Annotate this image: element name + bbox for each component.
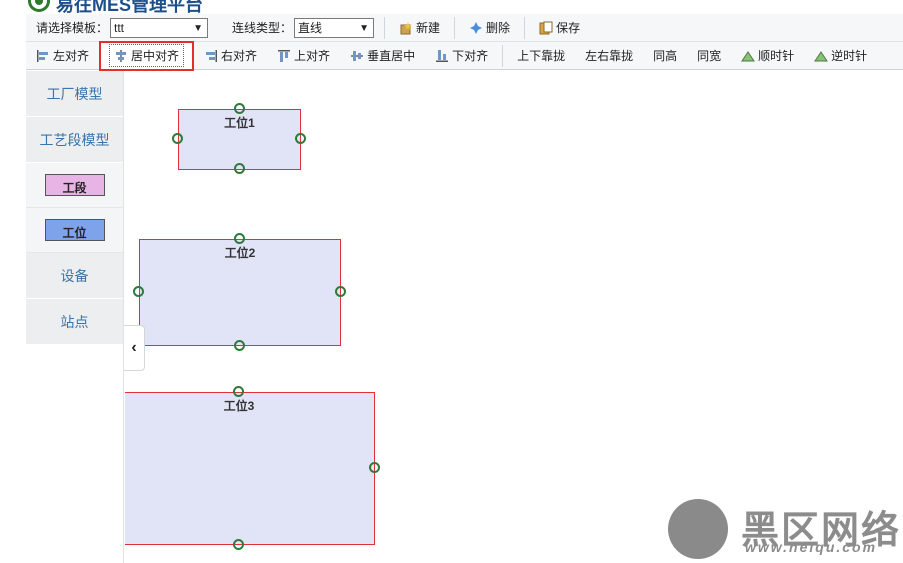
watermark: 黑区网络 www.heiqu.com (665, 495, 903, 563)
palette-process-model[interactable]: 工艺段模型 (26, 117, 123, 163)
save-icon (539, 21, 553, 34)
anchor-top[interactable] (234, 233, 245, 244)
align-center-button[interactable]: 居中对齐 (99, 40, 195, 71)
align-bottom-icon (436, 49, 449, 62)
align-right-icon (206, 49, 218, 62)
delete-icon (470, 21, 483, 34)
align-left-label: 左对齐 (53, 49, 90, 63)
align-toolbar: 左对齐 居中对齐 右对齐 上对齐 垂直居中 下对齐 上下靠拢 左右靠拢 同高 同… (26, 40, 903, 71)
chevron-down-icon: ▼ (359, 22, 370, 34)
segment-shape[interactable]: 工段 (44, 174, 105, 196)
align-top-icon (278, 49, 291, 62)
align-center-label: 居中对齐 (131, 49, 180, 63)
delete-button[interactable]: 删除 (459, 16, 520, 40)
toolbar-divider (524, 16, 526, 39)
main-toolbar: 请选择模板： ttt ▼ 连线类型： 直线 ▼ 新建 删除 保存 (26, 14, 903, 42)
design-canvas[interactable]: 工位1 工位2 工位3 (125, 71, 903, 563)
align-center-focus: 居中对齐 (109, 44, 185, 67)
rotate-clockwise-label: 顺时针 (758, 49, 795, 63)
station-label: 工位3 (223, 399, 255, 413)
save-button[interactable]: 保存 (529, 16, 590, 40)
watermark-url: www.heiqu.com (745, 539, 878, 555)
app-title: 易往MES管理平台 (56, 0, 204, 14)
rotate-counterclockwise-label: 逆时针 (831, 49, 868, 63)
stack-vertical-label: 上下靠拢 (517, 49, 566, 63)
app-titlebar: 易往MES管理平台 (0, 0, 903, 14)
palette-factory-model[interactable]: 工厂模型 (26, 71, 123, 117)
anchor-bottom[interactable] (234, 163, 245, 174)
mushroom-logo-icon (668, 499, 728, 559)
anchor-bottom[interactable] (234, 340, 245, 351)
rotate-cw-icon (741, 50, 756, 61)
toolbar-divider (384, 16, 386, 39)
template-select[interactable]: ttt ▼ (110, 17, 209, 38)
chevron-left-icon: ‹ (131, 339, 137, 356)
rotate-counterclockwise-button[interactable]: 逆时针 (804, 44, 877, 68)
chevron-down-icon: ▼ (193, 22, 204, 34)
anchor-bottom[interactable] (233, 539, 244, 550)
align-top-label: 上对齐 (294, 49, 331, 63)
rotate-ccw-icon (814, 50, 829, 61)
new-button-label: 新建 (416, 21, 441, 35)
anchor-top[interactable] (234, 103, 245, 114)
station-shape[interactable]: 工位 (44, 219, 105, 241)
palette-site[interactable]: 站点 (26, 299, 123, 345)
same-width-button[interactable]: 同宽 (687, 44, 731, 68)
align-top-button[interactable]: 上对齐 (267, 44, 340, 68)
stack-vertical-button[interactable]: 上下靠拢 (507, 44, 575, 68)
palette-equipment[interactable]: 设备 (26, 253, 123, 299)
station-label: 工位2 (224, 246, 256, 260)
align-left-icon (37, 49, 48, 62)
station-node[interactable]: 工位2 (139, 239, 341, 346)
app-logo-icon (28, 0, 50, 12)
template-label: 请选择模板： (36, 21, 109, 35)
anchor-right[interactable] (295, 133, 306, 144)
align-bottom-button[interactable]: 下对齐 (425, 44, 498, 68)
new-icon (400, 21, 413, 34)
delete-button-label: 删除 (486, 21, 511, 35)
anchor-right[interactable] (335, 286, 346, 297)
anchor-top[interactable] (233, 386, 244, 397)
station-node[interactable]: 工位3 (125, 392, 375, 545)
palette-station-row: 工位 (26, 208, 123, 253)
collapse-panel-button[interactable]: ‹ (124, 325, 145, 371)
stack-horizontal-button[interactable]: 左右靠拢 (575, 44, 643, 68)
shape-palette: 工厂模型 工艺段模型 工段 工位 设备 站点 (26, 71, 124, 563)
save-button-label: 保存 (556, 21, 581, 35)
rotate-clockwise-button[interactable]: 顺时针 (731, 44, 804, 68)
line-type-select-value: 直线 (298, 20, 323, 35)
new-button[interactable]: 新建 (389, 16, 450, 40)
line-type-select[interactable]: 直线 ▼ (294, 17, 375, 38)
same-height-button[interactable]: 同高 (643, 44, 687, 68)
align-middle-button[interactable]: 垂直居中 (340, 44, 425, 68)
stack-horizontal-label: 左右靠拢 (585, 49, 634, 63)
anchor-left[interactable] (172, 133, 183, 144)
align-middle-icon (351, 50, 364, 61)
align-right-button[interactable]: 右对齐 (194, 44, 267, 68)
station-node[interactable]: 工位1 (178, 109, 301, 170)
align-left-button[interactable]: 左对齐 (26, 44, 99, 68)
anchor-left[interactable] (133, 286, 144, 297)
palette-segment-row: 工段 (26, 163, 123, 208)
toolbar-divider (454, 16, 456, 39)
align-middle-label: 垂直居中 (367, 49, 416, 63)
station-label: 工位1 (224, 116, 255, 130)
toolbar-divider (502, 44, 504, 67)
align-bottom-label: 下对齐 (452, 49, 489, 63)
anchor-right[interactable] (369, 462, 380, 473)
template-select-value: ttt (114, 20, 125, 35)
align-right-label: 右对齐 (221, 49, 258, 63)
align-center-icon (116, 49, 127, 62)
line-type-label: 连线类型： (232, 21, 293, 35)
same-height-label: 同高 (653, 49, 678, 63)
same-width-label: 同宽 (697, 49, 722, 63)
